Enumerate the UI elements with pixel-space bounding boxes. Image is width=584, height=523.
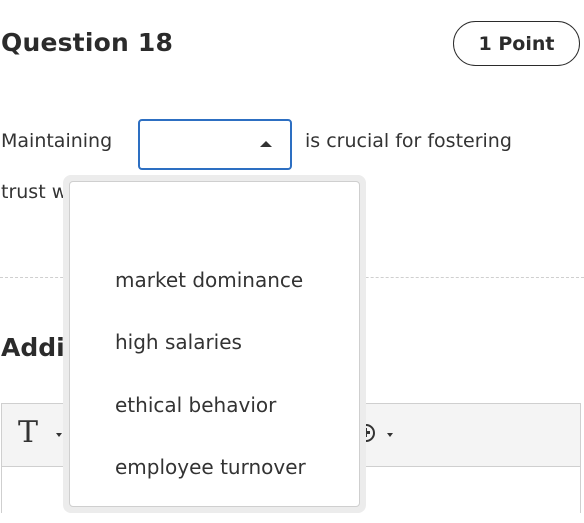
dropdown-option[interactable]: ethical behavior (115, 393, 276, 417)
chevron-down-icon[interactable] (56, 433, 62, 437)
sentence-text-before: Maintaining (1, 130, 113, 152)
chevron-down-icon[interactable] (387, 433, 393, 437)
dropdown-option[interactable]: employee turnover (115, 455, 306, 479)
sentence-text-after: is crucial for fostering (305, 130, 512, 152)
dropdown-menu: market dominance high salaries ethical b… (69, 181, 360, 507)
dropdown-option-empty[interactable] (115, 196, 315, 256)
points-badge: 1 Point (453, 21, 580, 66)
caret-up-icon (260, 141, 272, 147)
question-title: Question 18 (1, 28, 174, 57)
text-format-icon[interactable]: T (18, 418, 38, 448)
blank-dropdown[interactable] (138, 119, 292, 170)
sentence-text-second-line: trust w (1, 181, 68, 203)
dropdown-option[interactable]: market dominance (115, 268, 303, 292)
dropdown-option[interactable]: high salaries (115, 330, 242, 354)
